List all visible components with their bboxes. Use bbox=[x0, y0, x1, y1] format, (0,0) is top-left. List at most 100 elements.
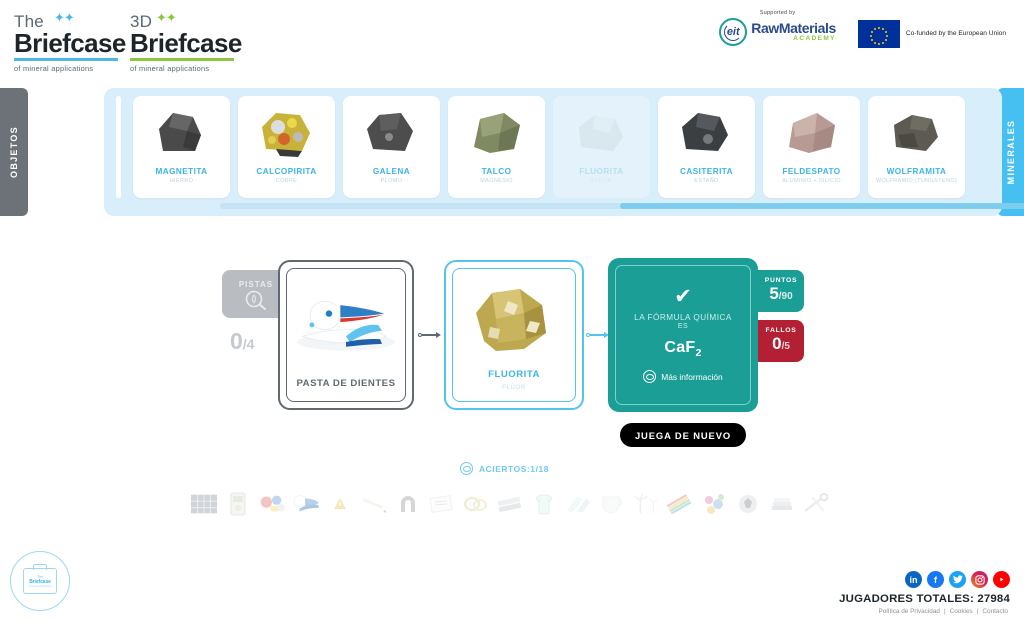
minerals-strip: MAGNETITA HIERRO CALCOPIRITA COBRE GALEN… bbox=[104, 88, 1024, 216]
academy-label: ACADEMY bbox=[793, 35, 836, 43]
mineral-element: HIERRO bbox=[169, 178, 194, 184]
object-thumb-wind-turbine[interactable] bbox=[632, 489, 660, 519]
mineral-name: TALCO bbox=[481, 167, 512, 176]
logo-main-word: Briefcase bbox=[130, 28, 242, 58]
instagram-icon[interactable] bbox=[971, 571, 988, 588]
sparkle-icon: ✦✦ bbox=[156, 10, 177, 25]
strip-handle[interactable] bbox=[116, 96, 121, 198]
objects-thumbnail-row bbox=[190, 486, 830, 522]
object-thumb-rings[interactable] bbox=[462, 489, 490, 519]
object-thumb-fireworks[interactable] bbox=[700, 489, 728, 519]
mineral-card[interactable]: FELDESPATO ALUMINIO + SILICIO bbox=[763, 96, 860, 198]
logo-main-word: Briefcase bbox=[14, 28, 126, 58]
tab-objetos[interactable]: OBJETOS bbox=[0, 88, 28, 216]
mineral-image-fluorita bbox=[453, 269, 575, 369]
mineral-element: ALUMINIO + SILICIO bbox=[782, 178, 841, 184]
footer-links: Política de Privacidad | Cookies | Contacto bbox=[839, 608, 1010, 615]
object-image-toothpaste bbox=[287, 269, 405, 378]
eu-flag-icon bbox=[857, 20, 900, 48]
more-info-label: Más información bbox=[661, 371, 723, 382]
game-area: PISTAS 0/4 PASTA DE DIENTES FLUORITA FLÚ… bbox=[0, 250, 1024, 475]
object-thumb-warning[interactable] bbox=[326, 489, 354, 519]
logo-3d-briefcase[interactable]: 3D ✦✦ Briefcase of mineral applications bbox=[130, 10, 242, 73]
eit-rawmaterials-logo: Supported by eit RawMaterials ACADEMY bbox=[719, 10, 836, 46]
mineral-card[interactable]: FLUORITA FLÚOR bbox=[553, 96, 650, 198]
object-thumb-cup[interactable] bbox=[598, 489, 626, 519]
link-separator: | bbox=[943, 608, 946, 615]
mineral-thumb-wolframita bbox=[881, 105, 953, 161]
object-thumb-toothpaste[interactable] bbox=[292, 489, 320, 519]
logo-subtitle: of mineral applications bbox=[130, 63, 210, 73]
cookies-link[interactable]: Cookies bbox=[950, 608, 973, 615]
social-links: in f bbox=[839, 571, 1010, 588]
points-current: 5 bbox=[769, 283, 779, 303]
mineral-answer-card[interactable]: FLUORITA FLÚOR bbox=[444, 260, 584, 410]
tab-minerales-label: MINERALES bbox=[1005, 119, 1016, 185]
object-card-caption: PASTA DE DIENTES bbox=[296, 378, 396, 389]
mineral-card[interactable]: MAGNETITA HIERRO bbox=[133, 96, 230, 198]
eu-stars-icon bbox=[869, 27, 888, 45]
mineral-card[interactable]: GALENA PLOMO bbox=[343, 96, 440, 198]
tab-objetos-label: OBJETOS bbox=[9, 126, 19, 178]
twitter-icon[interactable] bbox=[949, 571, 966, 588]
chemical-formula: CaF2 bbox=[664, 339, 701, 359]
briefcase-icon: The Briefcase of mineral applications bbox=[23, 564, 57, 594]
linkedin-icon[interactable]: in bbox=[905, 571, 922, 588]
object-thumb-tools[interactable] bbox=[802, 489, 830, 519]
logo-underline bbox=[130, 58, 234, 61]
fails-total: /5 bbox=[781, 340, 790, 352]
result-card: ✔ LA FÓRMULA QUÍMICA ES CaF2 Más informa… bbox=[608, 258, 758, 412]
minerals-scrollbar[interactable] bbox=[220, 203, 1024, 209]
result-line-2: ES bbox=[677, 322, 689, 330]
object-thumb-glass-shards[interactable] bbox=[564, 489, 592, 519]
privacy-link[interactable]: Política de Privacidad bbox=[879, 608, 940, 615]
connector-arrow-1 bbox=[418, 332, 441, 338]
facebook-icon[interactable]: f bbox=[927, 571, 944, 588]
logo-the-briefcase[interactable]: The ✦✦ Briefcase of mineral applications bbox=[14, 11, 126, 73]
mineral-name: GALENA bbox=[372, 167, 411, 176]
minerals-scrollbar-thumb[interactable] bbox=[620, 203, 1024, 209]
mineral-card[interactable]: TALCO MAGNESIO bbox=[448, 96, 545, 198]
object-thumb-solar-panel[interactable] bbox=[190, 489, 218, 519]
object-thumb-pills[interactable] bbox=[258, 489, 286, 519]
check-icon: ✔ bbox=[674, 284, 692, 308]
formula-subscript: 2 bbox=[695, 347, 702, 360]
object-thumb-pencil[interactable] bbox=[360, 489, 388, 519]
points-total: /90 bbox=[778, 290, 793, 302]
arrow-right-icon bbox=[436, 332, 441, 338]
object-thumb-bricks[interactable] bbox=[496, 489, 524, 519]
object-card[interactable]: PASTA DE DIENTES bbox=[278, 260, 414, 410]
minerals-list: MAGNETITA HIERRO CALCOPIRITA COBRE GALEN… bbox=[116, 96, 996, 198]
object-thumb-books[interactable] bbox=[768, 489, 796, 519]
youtube-icon[interactable] bbox=[993, 571, 1010, 588]
more-info-button[interactable]: Más información bbox=[643, 370, 723, 384]
mineral-name: CASITERITA bbox=[679, 167, 734, 176]
connector-line bbox=[422, 334, 436, 336]
score-summary: ACIERTOS:1/18 bbox=[460, 462, 549, 475]
mineral-card[interactable]: WOLFRAMITA WOLFRAMIO (TUNGSTENO) bbox=[868, 96, 965, 198]
mineral-card[interactable]: CALCOPIRITA COBRE bbox=[238, 96, 335, 198]
score-summary-label: ACIERTOS:1/18 bbox=[479, 463, 550, 474]
mineral-card-caption: FLUORITA bbox=[488, 369, 540, 380]
replay-button[interactable]: JUEGA DE NUEVO bbox=[620, 423, 746, 447]
logo-subtitle: of mineral applications bbox=[14, 63, 94, 73]
eye-icon bbox=[643, 370, 657, 384]
mineral-thumb-casiterita bbox=[671, 105, 743, 161]
briefcase-badge[interactable]: The Briefcase of mineral applications bbox=[10, 551, 70, 611]
mineral-element: MAGNESIO bbox=[480, 178, 513, 184]
formula-main: CaF bbox=[664, 338, 696, 356]
object-thumb-paper[interactable] bbox=[428, 489, 456, 519]
object-thumb-colored-pencils[interactable] bbox=[666, 489, 694, 519]
rawmaterials-label: RawMaterials bbox=[751, 20, 836, 37]
object-thumb-shirt[interactable] bbox=[530, 489, 558, 519]
magnifier-icon bbox=[245, 290, 266, 310]
mineral-name: FLUORITA bbox=[579, 167, 624, 176]
mineral-thumb-fluorita bbox=[566, 105, 638, 161]
mineral-element: ESTAÑO bbox=[694, 178, 719, 184]
eit-circle-icon: eit bbox=[719, 18, 748, 46]
contact-link[interactable]: Contacto bbox=[982, 608, 1008, 615]
mineral-card[interactable]: CASITERITA ESTAÑO bbox=[658, 96, 755, 198]
object-thumb-magnet[interactable] bbox=[394, 489, 422, 519]
object-thumb-ball[interactable] bbox=[734, 489, 762, 519]
object-thumb-device[interactable] bbox=[224, 489, 252, 519]
